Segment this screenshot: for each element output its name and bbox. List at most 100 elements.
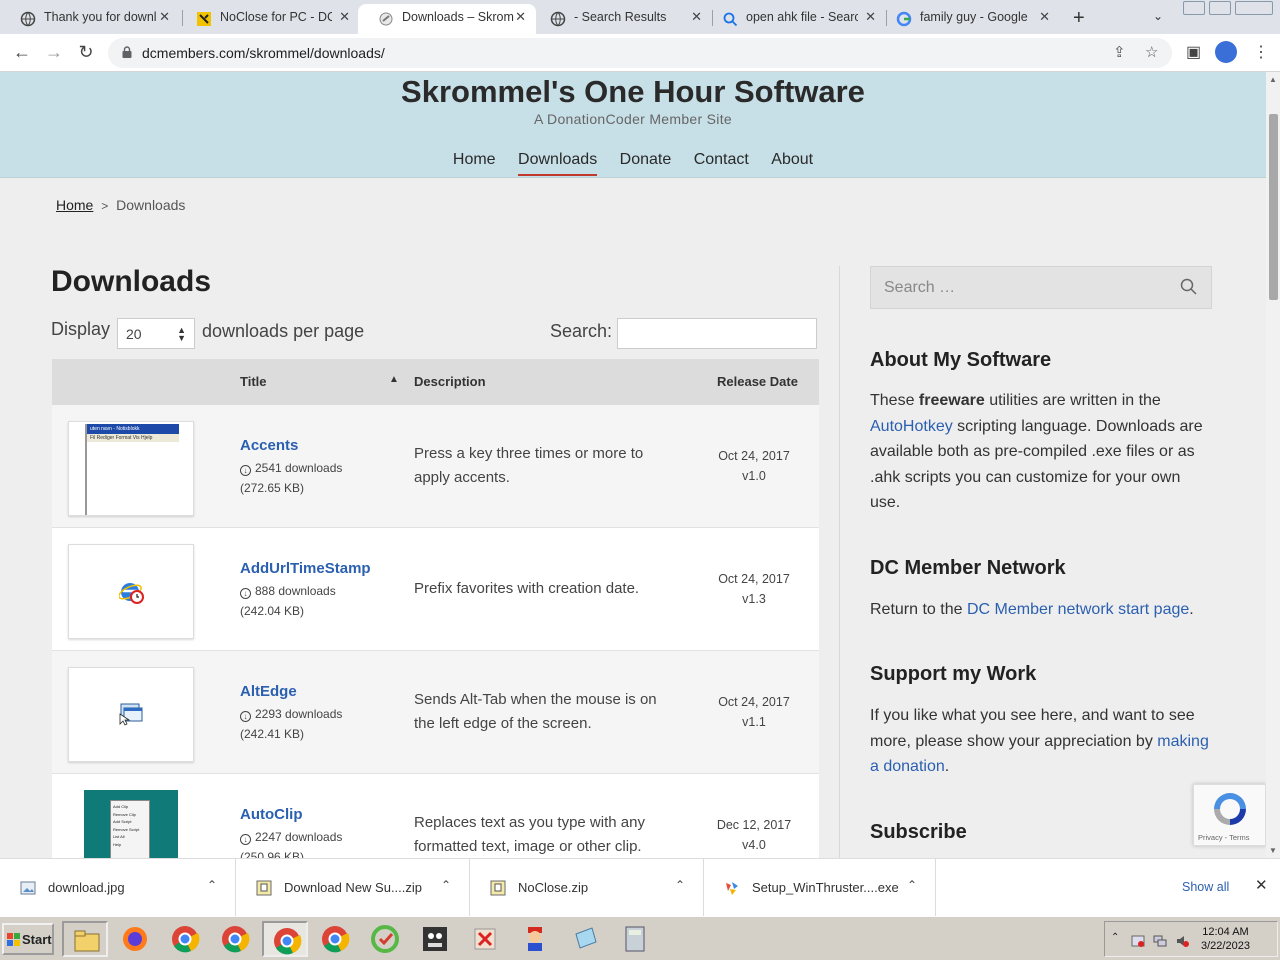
share-icon[interactable]: ⇪ bbox=[1113, 43, 1126, 61]
window-close-button[interactable] bbox=[1235, 1, 1273, 15]
search-icon[interactable] bbox=[1179, 277, 1199, 297]
site-title[interactable]: Skrommel's One Hour Software bbox=[0, 74, 1266, 110]
forward-arrow-icon[interactable]: → bbox=[42, 41, 66, 65]
minimize-button[interactable] bbox=[1183, 1, 1205, 15]
per-page-select[interactable]: 20 ▲ ▼ bbox=[117, 318, 195, 349]
chevron-up-icon[interactable]: ⌃ bbox=[675, 878, 685, 892]
taskbar-app-face[interactable] bbox=[412, 921, 458, 957]
browser-tab-3[interactable]: Downloads – Skromm ✕ bbox=[358, 4, 536, 34]
address-bar[interactable]: dcmembers.com/skrommel/downloads/ ⇪ ☆ bbox=[108, 38, 1172, 68]
recaptcha-badge[interactable]: Privacy - Terms bbox=[1193, 784, 1266, 846]
security-alert-icon[interactable] bbox=[1131, 934, 1145, 948]
nav-home[interactable]: Home bbox=[453, 151, 496, 169]
chrome-icon bbox=[222, 926, 250, 953]
site-tagline: A DonationCoder Member Site bbox=[534, 111, 732, 127]
thumbnail-autoclip[interactable]: Add Clip Remove Clip Add Script Remove S… bbox=[68, 790, 194, 858]
chevron-up-icon[interactable]: ⌃ bbox=[441, 878, 451, 892]
back-arrow-icon[interactable]: ← bbox=[10, 41, 34, 65]
browser-tab-5[interactable]: open ahk file - Searc ✕ bbox=[702, 4, 886, 34]
version: v1.0 bbox=[742, 469, 766, 483]
autohotkey-link[interactable]: AutoHotkey bbox=[870, 418, 953, 435]
per-page-value: 20 bbox=[126, 326, 142, 342]
monster-icon bbox=[423, 927, 447, 951]
browser-tab-4[interactable]: - Search Results ✕ bbox=[530, 4, 712, 34]
nav-downloads[interactable]: Downloads bbox=[518, 151, 598, 176]
nav-donate[interactable]: Donate bbox=[620, 151, 672, 169]
network-icon[interactable] bbox=[1153, 934, 1167, 948]
close-icon[interactable]: ✕ bbox=[515, 9, 526, 25]
scroll-thumb[interactable] bbox=[1269, 114, 1278, 300]
table-row: AltEdge ↓ 2293 downloads (242.41 KB) Send… bbox=[52, 651, 819, 774]
volume-muted-icon[interactable] bbox=[1175, 934, 1189, 948]
nav-about[interactable]: About bbox=[771, 151, 813, 169]
taskbar-chrome[interactable] bbox=[162, 921, 208, 957]
site-header: Skrommel's One Hour Software A DonationC… bbox=[0, 72, 1266, 178]
download-title[interactable]: AddUrlTimeStamp bbox=[240, 560, 371, 577]
chevron-down-icon[interactable]: ⌄ bbox=[1153, 9, 1163, 23]
download-item[interactable]: Setup_WinThruster....exe ⌃ bbox=[704, 859, 936, 917]
network-start-link[interactable]: DC Member network start page bbox=[967, 601, 1189, 618]
thumbnail-altedge[interactable] bbox=[68, 667, 194, 762]
chevron-up-icon[interactable]: ⌃ bbox=[1111, 932, 1119, 943]
close-icon[interactable]: ✕ bbox=[1255, 876, 1268, 894]
taskbar-app-x[interactable] bbox=[462, 921, 508, 957]
new-tab-button[interactable]: + bbox=[1073, 7, 1085, 30]
taskbar-notepad[interactable] bbox=[562, 921, 608, 957]
table-search-input[interactable] bbox=[617, 318, 817, 349]
close-icon[interactable]: ✕ bbox=[159, 9, 170, 25]
close-icon[interactable]: ✕ bbox=[339, 9, 350, 25]
download-title[interactable]: AltEdge bbox=[240, 683, 297, 700]
taskbar-ccleaner[interactable] bbox=[362, 921, 408, 957]
sort-ascending-icon[interactable]: ▲ bbox=[389, 374, 399, 385]
zip-file-icon bbox=[256, 880, 272, 896]
about-text-part: utilities are written in the bbox=[984, 392, 1161, 409]
page-scrollbar[interactable]: ▲ ▼ bbox=[1266, 72, 1280, 858]
download-item[interactable]: NoClose.zip ⌃ bbox=[470, 859, 704, 917]
column-release-date[interactable]: Release Date bbox=[717, 374, 798, 389]
taskbar-chrome-active[interactable] bbox=[262, 921, 308, 957]
select-caret-icon: ▲ ▼ bbox=[177, 325, 186, 343]
sidebar-search-input[interactable]: Search … bbox=[870, 266, 1212, 309]
taskbar-calculator[interactable] bbox=[612, 921, 658, 957]
thumbnail-accents[interactable]: uten navn - Notisblokk Fil Rediger Forma… bbox=[68, 421, 194, 516]
breadcrumb-home[interactable]: Home bbox=[56, 197, 93, 213]
page-title: Downloads bbox=[51, 265, 212, 298]
chevron-up-icon[interactable]: ⌃ bbox=[907, 878, 917, 892]
zip-file-icon bbox=[490, 880, 506, 896]
download-title[interactable]: Accents bbox=[240, 437, 298, 454]
star-icon[interactable]: ☆ bbox=[1145, 43, 1158, 61]
download-title[interactable]: AutoClip bbox=[240, 806, 302, 823]
ccleaner-icon bbox=[371, 925, 399, 953]
taskbar-chrome-2[interactable] bbox=[212, 921, 258, 957]
avatar[interactable] bbox=[1215, 41, 1237, 63]
autoclip-menu-item: Add Script bbox=[113, 819, 132, 824]
system-clock[interactable]: 12:04 AM 3/22/2023 bbox=[1201, 925, 1250, 953]
download-item[interactable]: download.jpg ⌃ bbox=[0, 859, 236, 917]
chevron-up-icon[interactable]: ⌃ bbox=[207, 878, 217, 892]
menu-dots-icon[interactable]: ⋮ bbox=[1253, 42, 1269, 62]
close-icon[interactable]: ✕ bbox=[1039, 9, 1050, 25]
show-all-button[interactable]: Show all bbox=[1182, 880, 1229, 894]
close-icon[interactable]: ✕ bbox=[691, 9, 702, 25]
thumbnail-addurltimestamp[interactable] bbox=[68, 544, 194, 639]
download-count-text: 888 downloads bbox=[255, 584, 336, 598]
browser-tab-2[interactable]: NoClose for PC - DC ✕ bbox=[176, 4, 360, 34]
close-icon[interactable]: ✕ bbox=[865, 9, 876, 25]
side-panel-icon[interactable]: ▣ bbox=[1186, 42, 1201, 62]
browser-tab-1[interactable]: Thank you for downl ✕ bbox=[0, 4, 180, 34]
nav-contact[interactable]: Contact bbox=[694, 151, 749, 169]
ie-clock-icon bbox=[119, 583, 144, 604]
scroll-down-icon[interactable]: ▼ bbox=[1269, 846, 1277, 855]
column-description[interactable]: Description bbox=[414, 374, 486, 389]
taskbar-mario[interactable] bbox=[512, 921, 558, 957]
start-button[interactable]: Start bbox=[2, 923, 54, 955]
browser-tab-6[interactable]: family guy - Google ✕ bbox=[876, 4, 1060, 34]
taskbar-chrome-3[interactable] bbox=[312, 921, 358, 957]
column-title[interactable]: Title bbox=[240, 374, 267, 389]
taskbar-explorer[interactable] bbox=[62, 921, 108, 957]
reload-icon[interactable]: ↻ bbox=[74, 41, 98, 65]
download-item[interactable]: Download New Su....zip ⌃ bbox=[236, 859, 470, 917]
restore-button[interactable] bbox=[1209, 1, 1231, 15]
scroll-up-icon[interactable]: ▲ bbox=[1269, 75, 1277, 84]
taskbar-firefox[interactable] bbox=[112, 921, 158, 957]
